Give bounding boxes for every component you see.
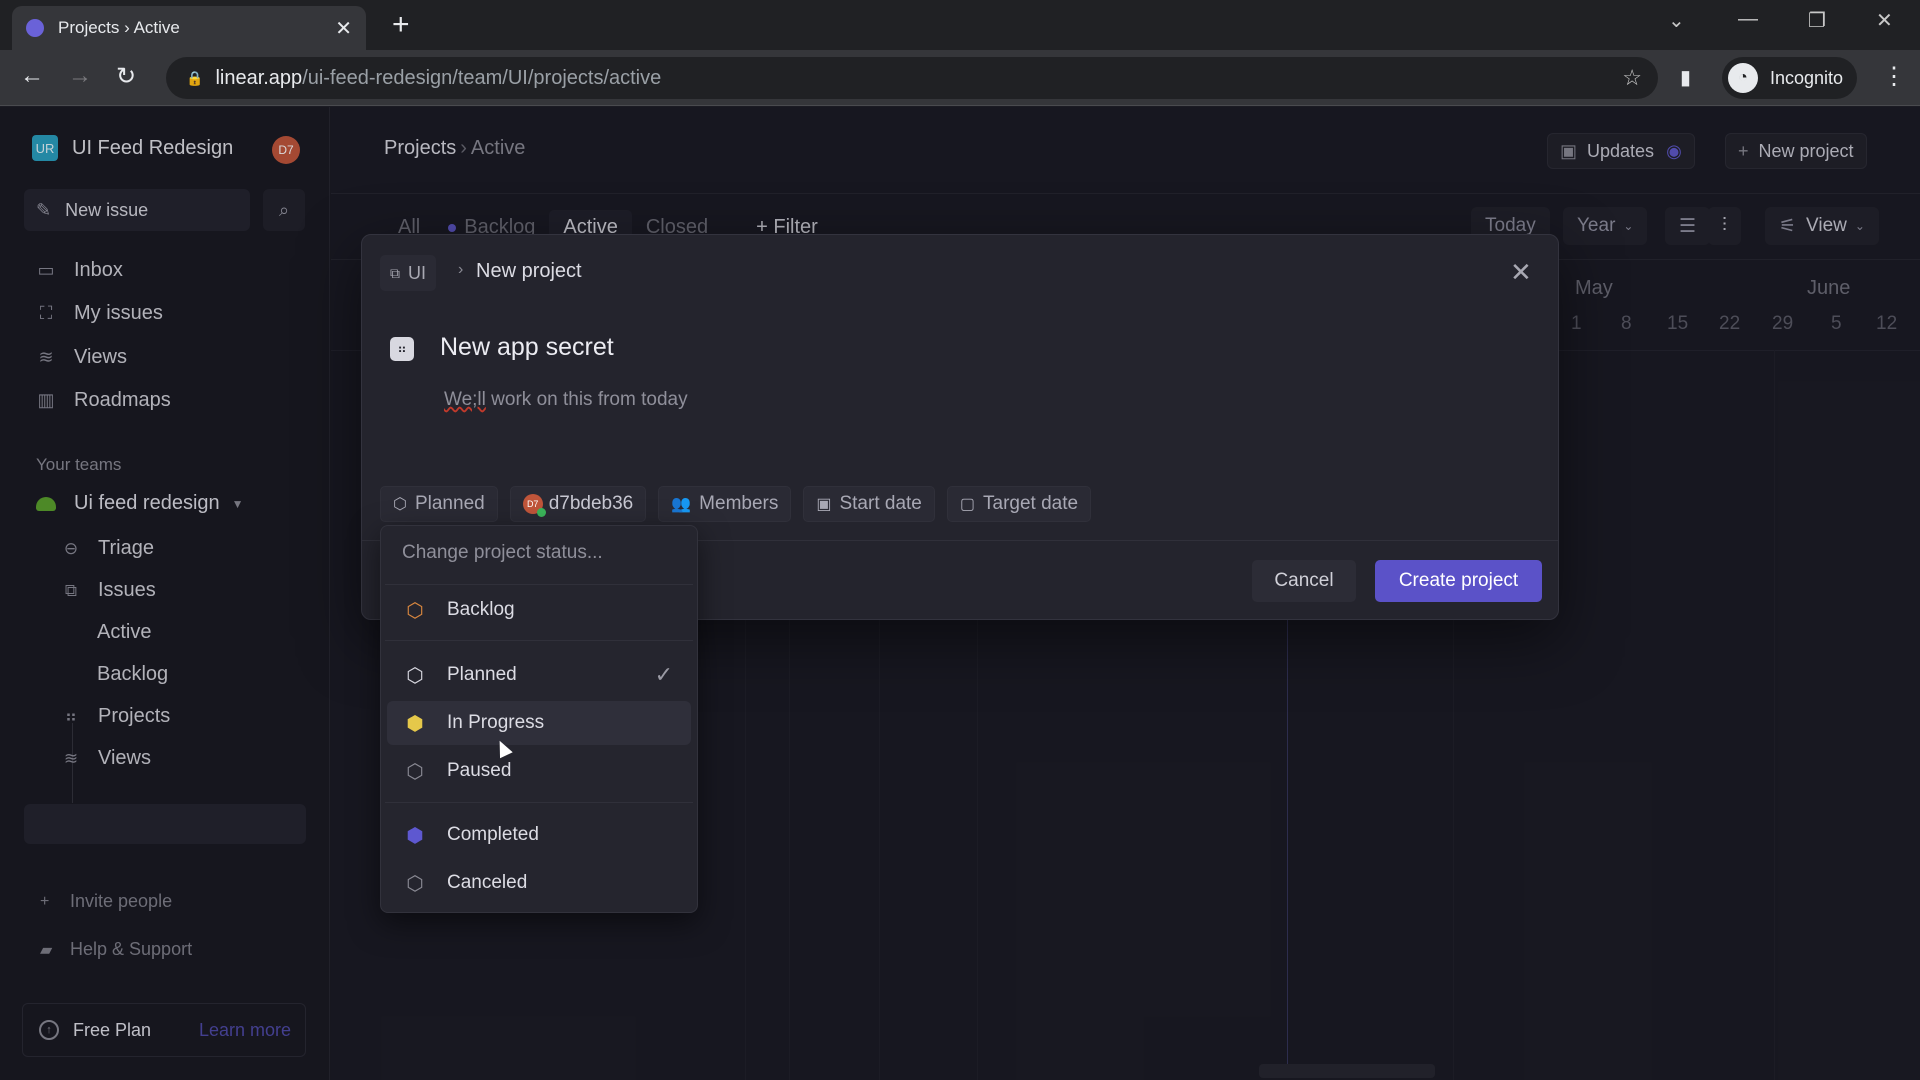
- lock-icon: 🔒: [186, 69, 204, 86]
- incognito-label: Incognito: [1770, 67, 1844, 88]
- planned-status-icon: ⬡: [406, 664, 424, 687]
- property-chips: ⬡ Planned D7 d7bdeb36 👥 Members ▣ Start …: [380, 486, 1092, 522]
- incognito-badge[interactable]: ◔ Incognito: [1722, 57, 1857, 99]
- team-selector[interactable]: ⧉ UI: [380, 255, 436, 291]
- paused-status-icon: ⬡: [406, 760, 424, 783]
- status-option-backlog[interactable]: ⬡ Backlog: [387, 588, 691, 632]
- browser-tab-strip: Projects › Active ✕ + ⌄ — ❐ ✕: [0, 0, 1920, 50]
- lead-chip[interactable]: D7 d7bdeb36: [509, 486, 647, 522]
- misspelled-word: We;ll: [444, 389, 486, 410]
- tab-title: Projects › Active: [58, 18, 180, 37]
- status-option-canceled[interactable]: ⬡ Canceled: [387, 861, 691, 905]
- minimize-icon[interactable]: —: [1738, 8, 1758, 31]
- target-date-chip[interactable]: ▢ Target date: [946, 486, 1092, 522]
- modal-title: New project: [476, 260, 582, 282]
- members-icon: 👥: [671, 496, 692, 513]
- check-icon: ✓: [654, 662, 673, 687]
- status-search-input[interactable]: Change project status...: [402, 542, 603, 564]
- new-tab-icon[interactable]: +: [392, 8, 410, 42]
- lead-avatar: D7: [522, 494, 546, 517]
- back-icon[interactable]: ←: [20, 62, 44, 90]
- team-icon: ⧉: [390, 264, 400, 281]
- bookmark-star-icon[interactable]: ☆: [1622, 65, 1642, 91]
- status-option-paused[interactable]: ⬡ Paused: [387, 749, 691, 793]
- reload-icon[interactable]: ↻: [116, 62, 136, 91]
- calendar-start-icon: ▣: [816, 496, 832, 513]
- cancel-button[interactable]: Cancel: [1252, 560, 1356, 602]
- calendar-target-icon: ▢: [959, 496, 975, 513]
- in-progress-status-icon: ⬢: [406, 712, 424, 735]
- status-option-planned[interactable]: ⬡ Planned ✓: [387, 653, 691, 697]
- status-chip[interactable]: ⬡ Planned: [380, 486, 498, 522]
- url-host: linear.app: [215, 66, 303, 89]
- forward-icon[interactable]: →: [68, 62, 92, 90]
- project-name-input[interactable]: New app secret: [440, 333, 614, 362]
- close-tab-icon[interactable]: ✕: [335, 16, 352, 41]
- completed-status-icon: ⬢: [406, 824, 424, 847]
- browser-tab[interactable]: Projects › Active ✕: [12, 6, 366, 50]
- status-dropdown: Change project status... ⬡ Backlog ⬡ Pla…: [380, 525, 698, 913]
- start-date-chip[interactable]: ▣ Start date: [803, 486, 935, 522]
- url-path: /ui-feed-redesign/team/UI/projects/activ…: [302, 66, 662, 89]
- close-icon[interactable]: ✕: [1510, 257, 1532, 288]
- status-option-in-progress[interactable]: ⬢ In Progress: [387, 701, 691, 745]
- project-icon-picker[interactable]: ⠶: [390, 337, 414, 361]
- members-chip[interactable]: 👥 Members: [658, 486, 792, 522]
- address-bar[interactable]: 🔒 linear.app /ui-feed-redesign/team/UI/p…: [166, 57, 1658, 99]
- browser-toolbar: ← → ↻ 🔒 linear.app /ui-feed-redesign/tea…: [0, 50, 1920, 106]
- restore-icon[interactable]: ❐: [1808, 8, 1826, 33]
- linear-favicon-icon: [26, 19, 44, 37]
- tab-search-icon[interactable]: ⌄: [1668, 8, 1685, 33]
- project-description-input[interactable]: We;ll work on this from today: [444, 389, 688, 411]
- close-window-icon[interactable]: ✕: [1876, 8, 1893, 33]
- planned-hexagon-icon: ⬡: [393, 496, 407, 513]
- side-panel-icon[interactable]: ▮: [1680, 65, 1691, 90]
- status-option-completed[interactable]: ⬢ Completed: [387, 813, 691, 857]
- browser-menu-icon[interactable]: ⋮: [1882, 62, 1906, 91]
- backlog-status-icon: ⬡: [406, 599, 424, 622]
- create-project-button[interactable]: Create project: [1375, 560, 1542, 602]
- canceled-status-icon: ⬡: [406, 872, 424, 895]
- incognito-icon: ◔: [1728, 63, 1758, 93]
